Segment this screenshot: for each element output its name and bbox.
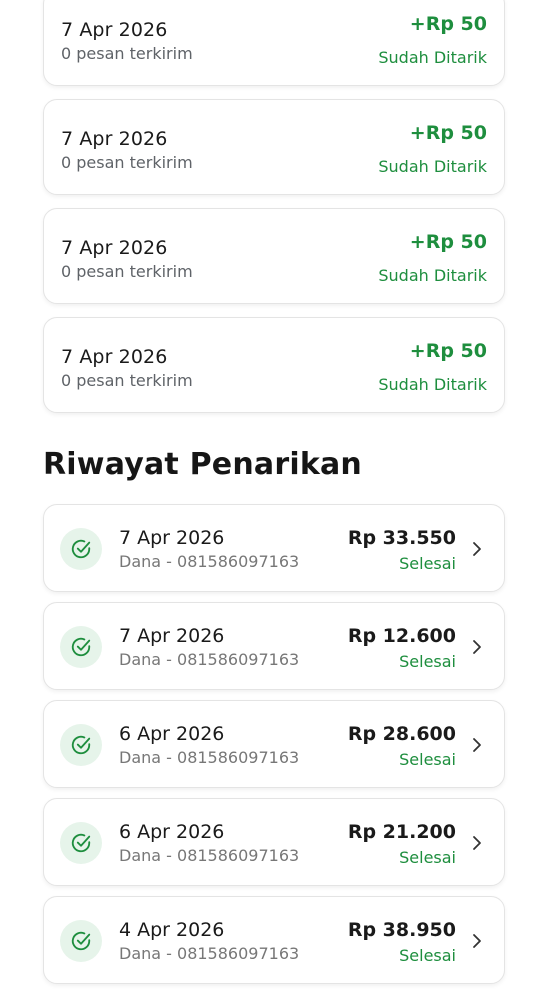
withdrawal-amount: Rp 33.550 — [347, 527, 456, 549]
earning-subtitle: 0 pesan terkirim — [61, 262, 193, 281]
withdrawal-amount: Rp 12.600 — [347, 625, 456, 647]
check-circle-icon — [60, 528, 102, 570]
earning-subtitle: 0 pesan terkirim — [61, 153, 193, 172]
withdrawal-method: Dana - 081586097163 — [119, 650, 300, 669]
withdrawal-date: 7 Apr 2026 — [119, 625, 225, 647]
earning-amount: +Rp 50 — [409, 13, 487, 35]
chevron-right-icon[interactable] — [470, 933, 484, 949]
withdrawal-date: 4 Apr 2026 — [119, 919, 225, 941]
section-title-withdrawal-history: Riwayat Penarikan — [43, 447, 362, 482]
withdrawal-status: Selesai — [399, 750, 456, 769]
earning-subtitle: 0 pesan terkirim — [61, 371, 193, 390]
withdrawal-item[interactable]: 6 Apr 2026 Dana - 081586097163 Rp 28.600… — [43, 700, 505, 788]
earning-amount: +Rp 50 — [409, 122, 487, 144]
withdrawal-date: 7 Apr 2026 — [119, 527, 225, 549]
chevron-right-icon[interactable] — [470, 541, 484, 557]
earning-item: 7 Apr 2026 0 pesan terkirim +Rp 50 Sudah… — [43, 208, 505, 304]
check-circle-icon — [60, 626, 102, 668]
earning-status: Sudah Ditarik — [378, 266, 487, 285]
earning-amount: +Rp 50 — [409, 340, 487, 362]
chevron-right-icon[interactable] — [470, 737, 484, 753]
withdrawal-date: 6 Apr 2026 — [119, 723, 225, 745]
withdrawal-status: Selesai — [399, 652, 456, 671]
earning-amount: +Rp 50 — [409, 231, 487, 253]
withdrawal-status: Selesai — [399, 554, 456, 573]
earning-date: 7 Apr 2026 — [61, 346, 168, 368]
withdrawal-amount: Rp 38.950 — [347, 919, 456, 941]
withdrawal-item[interactable]: 7 Apr 2026 Dana - 081586097163 Rp 33.550… — [43, 504, 505, 592]
check-circle-icon — [60, 920, 102, 962]
earning-date: 7 Apr 2026 — [61, 19, 168, 41]
chevron-right-icon[interactable] — [470, 835, 484, 851]
earning-item: 7 Apr 2026 0 pesan terkirim +Rp 50 Sudah… — [43, 317, 505, 413]
earning-status: Sudah Ditarik — [378, 48, 487, 67]
withdrawal-item[interactable]: 7 Apr 2026 Dana - 081586097163 Rp 12.600… — [43, 602, 505, 690]
chevron-right-icon[interactable] — [470, 639, 484, 655]
earning-date: 7 Apr 2026 — [61, 237, 168, 259]
withdrawal-item[interactable]: 6 Apr 2026 Dana - 081586097163 Rp 21.200… — [43, 798, 505, 886]
earning-subtitle: 0 pesan terkirim — [61, 44, 193, 63]
withdrawal-status: Selesai — [399, 848, 456, 867]
earning-date: 7 Apr 2026 — [61, 128, 168, 150]
withdrawal-item[interactable]: 4 Apr 2026 Dana - 081586097163 Rp 38.950… — [43, 896, 505, 984]
withdrawal-method: Dana - 081586097163 — [119, 944, 300, 963]
check-circle-icon — [60, 724, 102, 766]
earning-item: 7 Apr 2026 0 pesan terkirim +Rp 50 Sudah… — [43, 99, 505, 195]
withdrawal-amount: Rp 21.200 — [347, 821, 456, 843]
earning-item: 7 Apr 2026 0 pesan terkirim +Rp 50 Sudah… — [43, 0, 505, 86]
withdrawal-method: Dana - 081586097163 — [119, 552, 300, 571]
withdrawal-method: Dana - 081586097163 — [119, 748, 300, 767]
withdrawal-date: 6 Apr 2026 — [119, 821, 225, 843]
withdrawal-method: Dana - 081586097163 — [119, 846, 300, 865]
earnings-list: 7 Apr 2026 0 pesan terkirim +Rp 50 Sudah… — [43, 0, 505, 426]
check-circle-icon — [60, 822, 102, 864]
withdrawal-amount: Rp 28.600 — [347, 723, 456, 745]
earning-status: Sudah Ditarik — [378, 157, 487, 176]
withdrawal-list: 7 Apr 2026 Dana - 081586097163 Rp 33.550… — [43, 504, 505, 994]
earning-status: Sudah Ditarik — [378, 375, 487, 394]
withdrawal-status: Selesai — [399, 946, 456, 965]
